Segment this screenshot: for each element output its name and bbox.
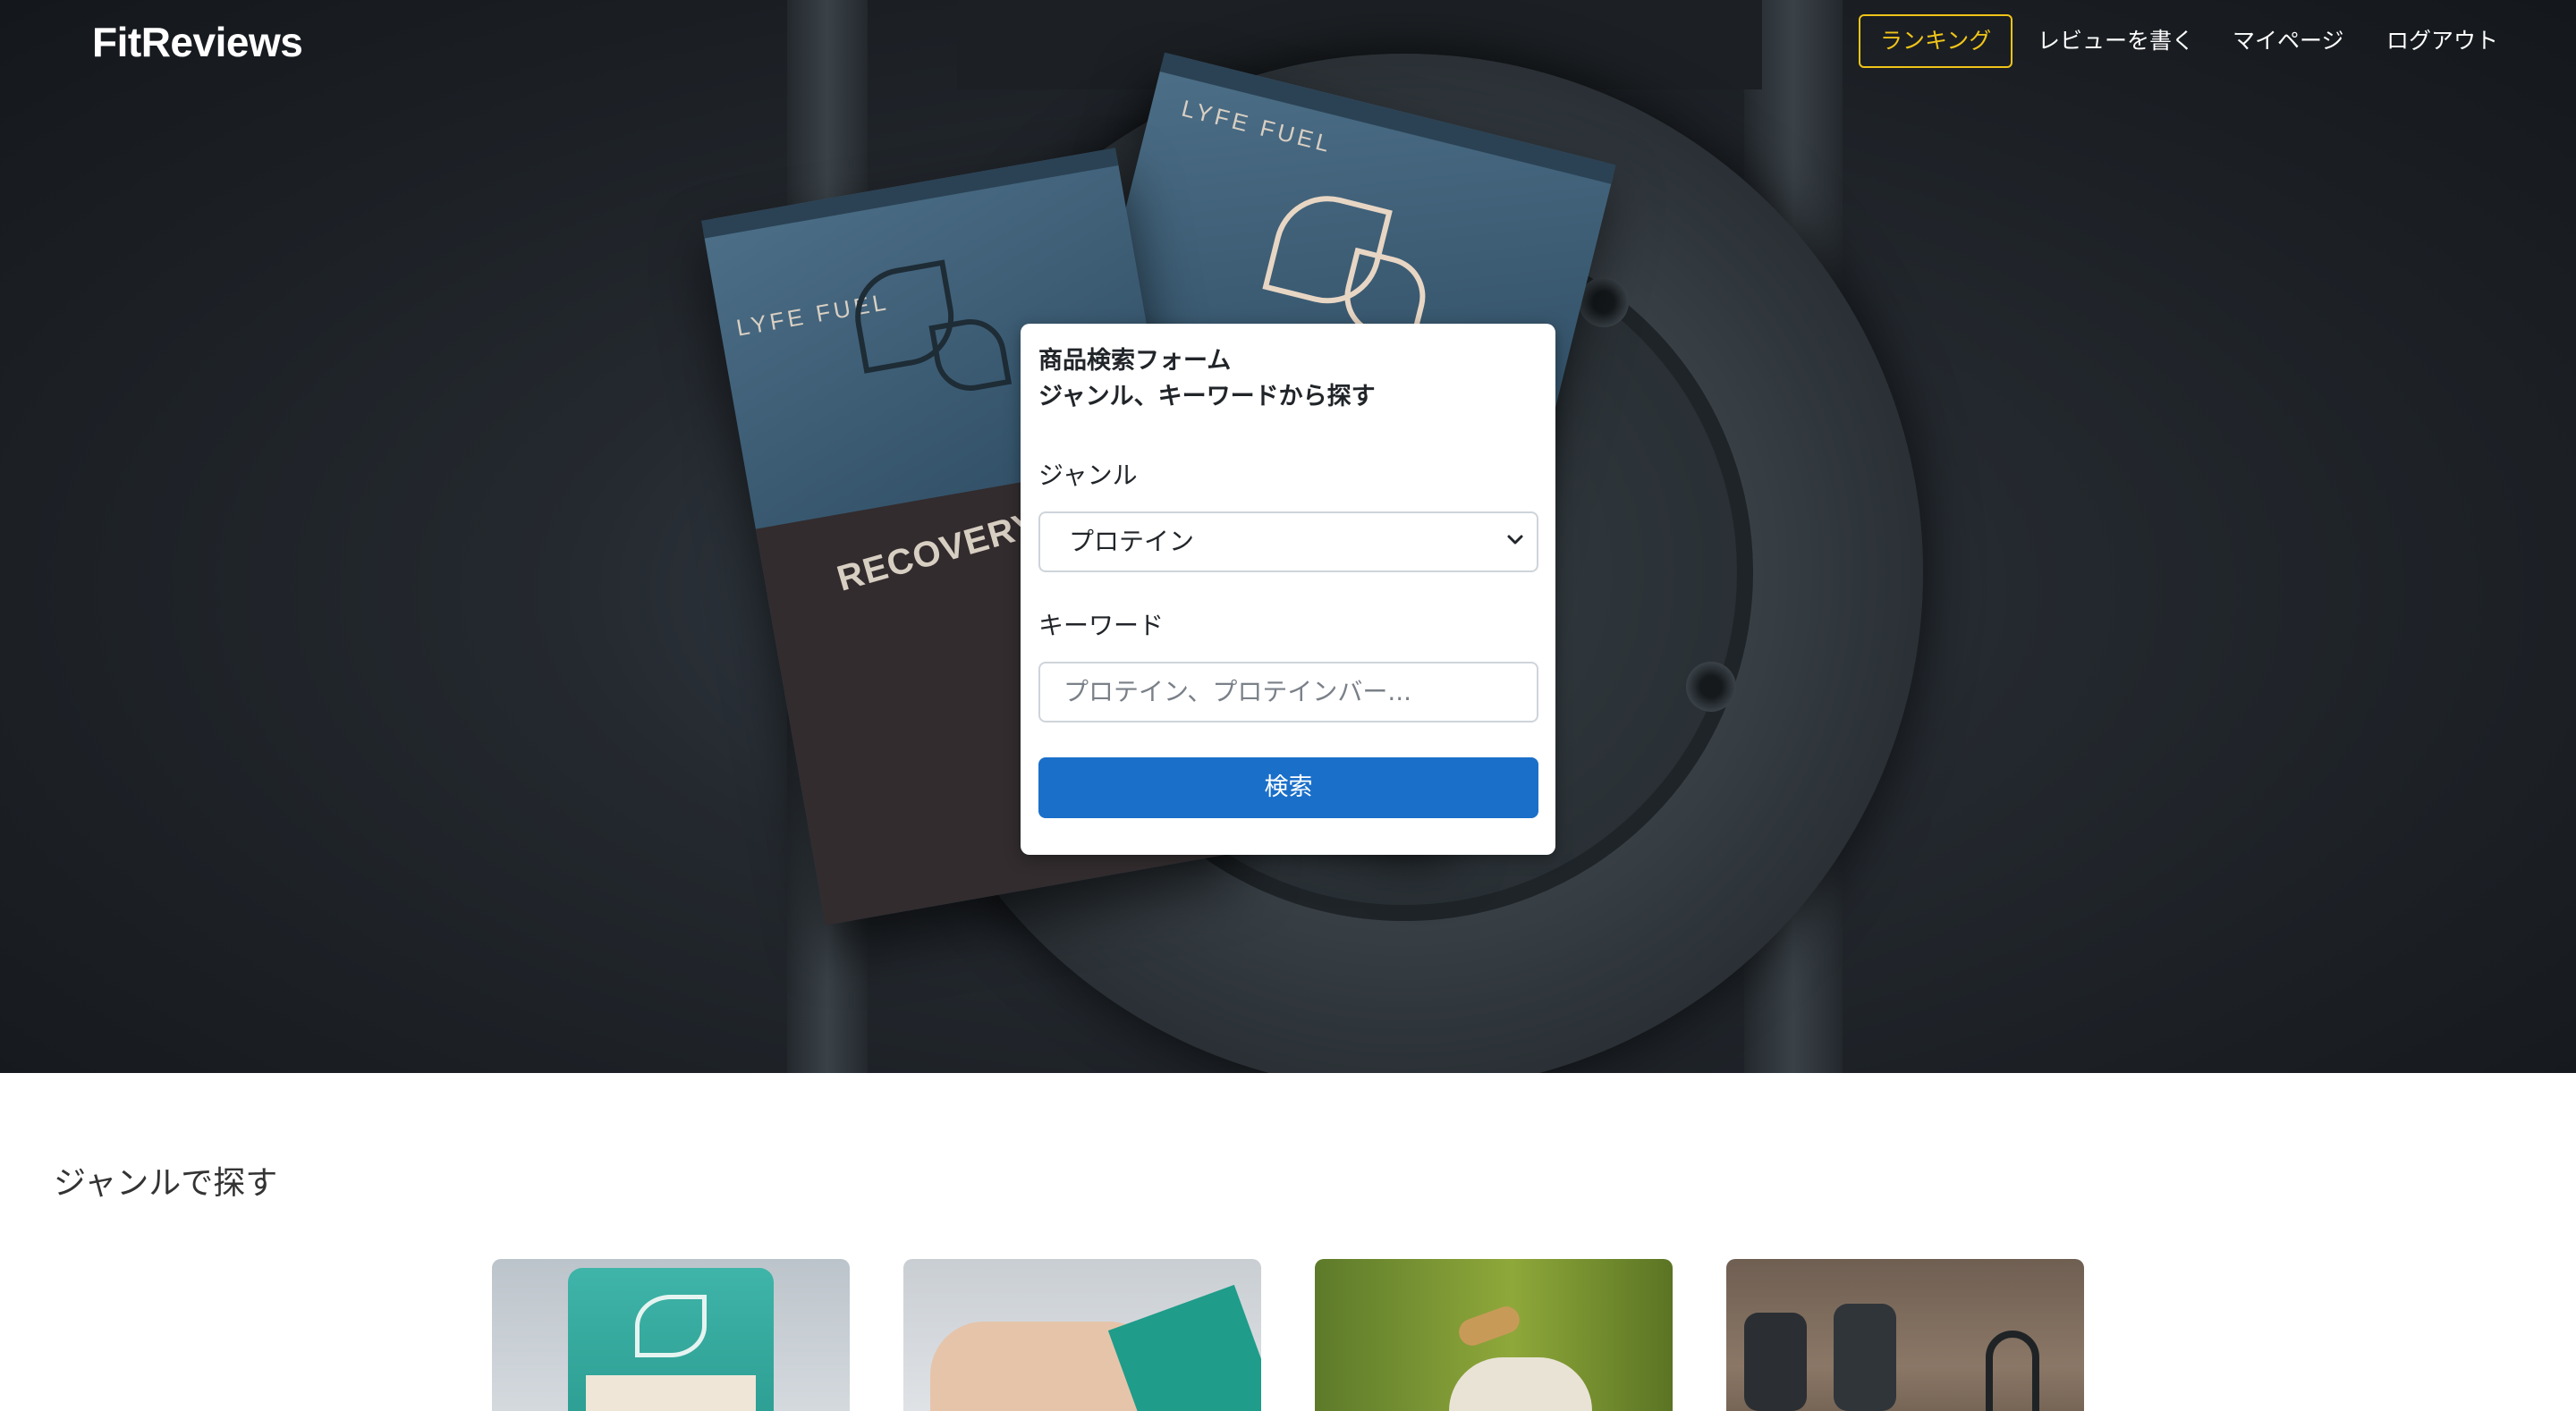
genre-card-supplement[interactable]: [1315, 1259, 1673, 1411]
genre-card-protein[interactable]: [492, 1259, 850, 1411]
keyword-label: キーワード: [1038, 611, 1165, 640]
genre-card-training-gear[interactable]: [1726, 1259, 2084, 1411]
nav-mypage[interactable]: マイページ: [2211, 14, 2366, 68]
keyword-placeholder: プロテイン、プロテインバー...: [1063, 677, 1412, 706]
protein-bar-image: [1107, 1284, 1261, 1411]
genre-section-title: ジャンルで探す: [54, 1165, 278, 1202]
genre-select[interactable]: プロテイン: [1038, 511, 1538, 572]
nav-ranking[interactable]: ランキング: [1859, 14, 2013, 68]
dumbbell-image: [1834, 1304, 1896, 1411]
jar-image: [1449, 1357, 1592, 1411]
genre-label: ジャンル: [1038, 460, 1138, 490]
brand-logo[interactable]: FitReviews: [92, 18, 303, 66]
product-search-form: 商品検索フォーム ジャンル、キーワードから探す ジャンル プロテイン キーワード…: [1021, 324, 1555, 855]
dumbbell-image: [1744, 1313, 1807, 1411]
plate-bolt: [1579, 277, 1629, 327]
plate-bolt: [1686, 662, 1736, 712]
genre-card-protein-bar[interactable]: [903, 1259, 1261, 1411]
protein-pouch-image: [568, 1268, 774, 1411]
search-form-subtitle: ジャンル、キーワードから探す: [1038, 383, 1376, 410]
capsule-image: [1454, 1302, 1524, 1350]
jump-rope-image: [1986, 1331, 2039, 1411]
top-navbar: FitReviews ランキング レビューを書く マイページ ログアウト: [0, 0, 2576, 86]
keyword-input[interactable]: プロテイン、プロテインバー...: [1038, 662, 1538, 722]
search-form-title: 商品検索フォーム: [1038, 347, 1232, 375]
nav-write-review[interactable]: レビューを書く: [2016, 14, 2216, 68]
search-button[interactable]: 検索: [1038, 757, 1538, 818]
genre-select-value: プロテイン: [1069, 527, 1195, 556]
nav-logout[interactable]: ログアウト: [2365, 14, 2520, 68]
chevron-down-icon: [1507, 535, 1523, 545]
